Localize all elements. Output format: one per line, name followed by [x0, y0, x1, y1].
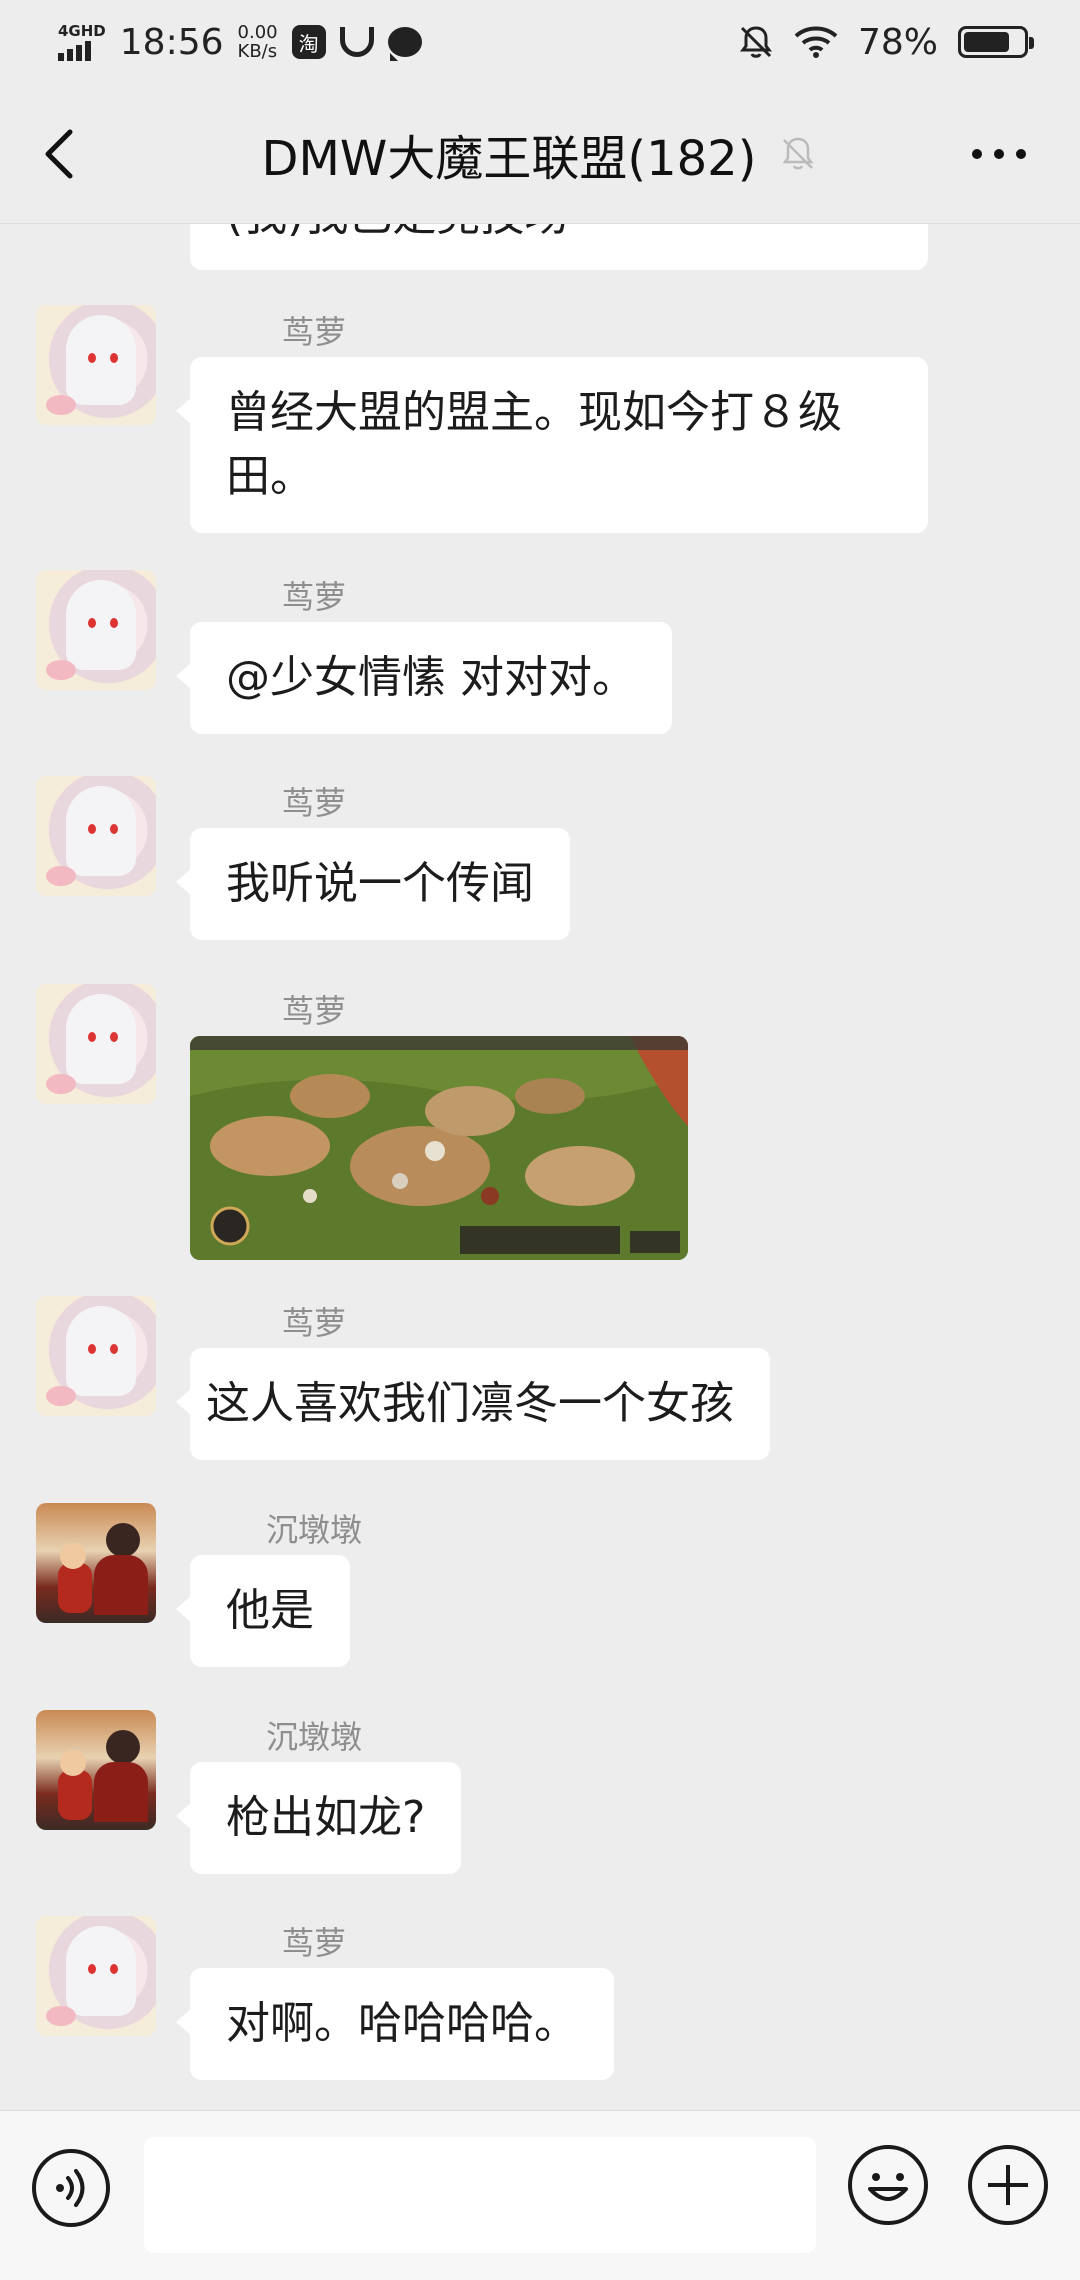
mute-bell-icon [739, 26, 772, 58]
network-speed: 0.00 KB/s [237, 22, 278, 62]
avatar[interactable] [36, 1503, 156, 1623]
sender-name: 茑萝 [282, 992, 347, 1030]
chat-title: DMW大魔王联盟(182) [261, 131, 757, 187]
avatar[interactable] [36, 305, 156, 425]
avatar[interactable] [36, 776, 156, 896]
avatar[interactable] [36, 1296, 156, 1416]
taobao-icon: 淘 [291, 25, 326, 59]
wifi-icon [794, 26, 838, 58]
avatar[interactable] [36, 570, 156, 690]
message-input[interactable] [144, 2137, 816, 2253]
sender-name: 茑萝 [282, 784, 347, 822]
avatar[interactable] [36, 984, 156, 1104]
avatar[interactable] [36, 1916, 156, 2036]
chat-header: DMW大魔王联盟(182) [0, 84, 1080, 224]
battery-percent: 78% [857, 21, 938, 63]
battery-icon [958, 26, 1034, 58]
chat-icon [387, 27, 422, 61]
message-bubble[interactable]: 曾经大盟的盟主。现如今打８级田。 [176, 357, 928, 533]
more-icon[interactable] [972, 136, 1032, 172]
message-bubble[interactable]: 我听说一个传闻 [176, 828, 570, 940]
emoji-icon[interactable] [846, 2143, 930, 2227]
message-list[interactable]: (我)我已是竞技场 茑萝 曾经大盟的盟主。现如今打８级田。 茑萝 @少女情愫 对… [0, 224, 1080, 2110]
network-type: 4GHD [58, 21, 106, 40]
sender-name: 沉墩墩 [266, 1511, 363, 1549]
message-bubble[interactable]: (我)我已是竞技场 [190, 224, 928, 270]
ring-icon [339, 27, 374, 57]
image-message[interactable] [190, 1036, 688, 1260]
status-bar: 4GHD 18:56 0.00 KB/s 淘 78% [0, 0, 1080, 84]
voice-icon[interactable] [30, 2147, 112, 2229]
input-bar [0, 2110, 1080, 2280]
sender-name: 茑萝 [282, 578, 347, 616]
message-bubble[interactable]: 这人喜欢我们凛冬一个女孩 [176, 1348, 770, 1460]
clock: 18:56 [119, 21, 224, 63]
sender-name: 沉墩墩 [266, 1718, 363, 1756]
sender-name: 茑萝 [282, 1304, 347, 1342]
plus-icon[interactable] [966, 2143, 1050, 2227]
avatar[interactable] [36, 1710, 156, 1830]
message-bubble[interactable]: 对啊。哈哈哈哈。 [176, 1968, 614, 2080]
sender-name: 茑萝 [282, 1924, 347, 1962]
game-screenshot [190, 1036, 688, 1260]
sender-name: 茑萝 [282, 313, 347, 351]
message-bubble[interactable]: @少女情愫 对对对。 [176, 622, 672, 734]
message-bubble[interactable]: 枪出如龙? [175, 1762, 462, 1874]
signal-icon: 4GHD [58, 21, 106, 61]
message-bubble[interactable]: 他是 [176, 1555, 350, 1667]
mute-bell-icon [782, 137, 814, 170]
